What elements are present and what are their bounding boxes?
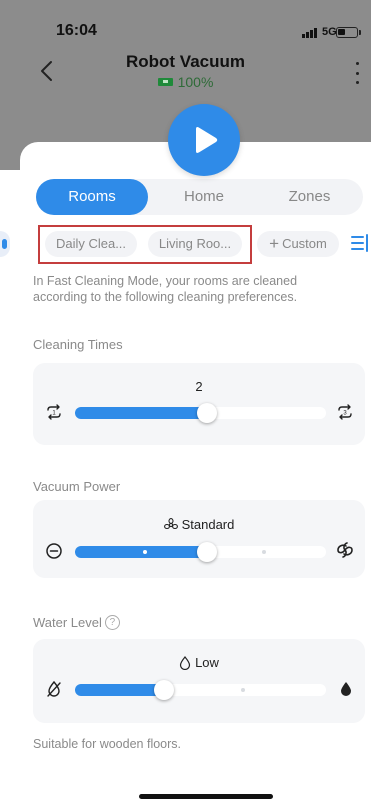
more-options-button[interactable] (352, 62, 362, 84)
repeat-once-icon: 1 (47, 404, 61, 420)
water-level-value-row: Low (33, 655, 365, 670)
status-bar: 16:04 5G (0, 22, 371, 46)
custom-chip[interactable]: + Custom (257, 231, 339, 257)
cleaning-times-slider[interactable] (75, 403, 326, 423)
water-drop-icon (179, 655, 191, 670)
battery-charge-icon (157, 78, 173, 86)
device-battery: 100% (0, 74, 371, 90)
list-icon[interactable] (351, 234, 369, 252)
water-level-hint: Suitable for wooden floors. (33, 737, 182, 751)
cleaning-times-value: 2 (195, 379, 203, 394)
signal-icon: 5G (302, 26, 337, 38)
home-indicator[interactable] (139, 794, 273, 799)
svg-text:3: 3 (343, 411, 347, 417)
vacuum-power-label: Vacuum Power (33, 479, 121, 494)
help-icon[interactable]: ? (104, 615, 120, 630)
vacuum-power-fill (75, 546, 207, 558)
high-water-icon (341, 682, 351, 696)
vacuum-power-value-row: Standard (33, 517, 365, 532)
slider-step-mark (241, 688, 245, 692)
svg-text:1: 1 (52, 411, 56, 417)
mode-description: In Fast Cleaning Mode, your rooms are cl… (33, 274, 298, 304)
repeat-three-icon: 3 (338, 404, 352, 420)
battery-icon (336, 27, 361, 38)
room-chip-living[interactable]: Living Roo... (148, 231, 242, 257)
water-level-card: Low (33, 639, 365, 723)
room-chip-daily[interactable]: Daily Clea... (45, 231, 137, 257)
chip-scroll-edge[interactable] (0, 231, 10, 257)
mode-tabs: Rooms Home Zones (36, 179, 363, 215)
vacuum-power-thumb[interactable] (197, 542, 217, 562)
cleaning-times-label: Cleaning Times (33, 337, 123, 352)
slider-step-mark (262, 550, 266, 554)
play-icon (196, 127, 218, 153)
water-level-label-row: Water Level ? (33, 615, 120, 630)
fan-icon (163, 517, 178, 529)
water-level-fill (75, 684, 164, 696)
tab-zones[interactable]: Zones (256, 179, 363, 215)
custom-chip-label: Custom (282, 236, 327, 251)
page-title: Robot Vacuum (125, 52, 245, 71)
cleaning-times-card: 2 1 3 (33, 363, 365, 445)
start-cleaning-button[interactable] (168, 104, 240, 176)
vacuum-power-card: Standard (33, 500, 365, 578)
network-type: 5G (322, 26, 337, 38)
tab-home[interactable]: Home (152, 179, 256, 215)
app-screen: 16:04 5G Robot Vacuum 100% Rooms Home Zo… (0, 0, 371, 803)
plus-icon: + (269, 234, 280, 253)
no-water-icon (47, 680, 61, 697)
water-level-value: Low (195, 655, 219, 670)
cleaning-times-thumb[interactable] (197, 403, 217, 423)
battery-percent: 100% (177, 74, 214, 90)
vacuum-power-value: Standard (181, 517, 235, 532)
water-level-thumb[interactable] (154, 680, 174, 700)
water-level-label: Water Level (33, 615, 102, 630)
power-max-icon (337, 542, 353, 558)
power-low-icon (46, 543, 62, 559)
cleaning-times-fill (75, 407, 207, 419)
vacuum-power-slider[interactable] (75, 542, 326, 562)
status-time: 16:04 (56, 22, 97, 39)
tab-rooms[interactable]: Rooms (36, 179, 148, 215)
slider-step-mark (143, 550, 147, 554)
water-level-slider[interactable] (75, 680, 326, 700)
